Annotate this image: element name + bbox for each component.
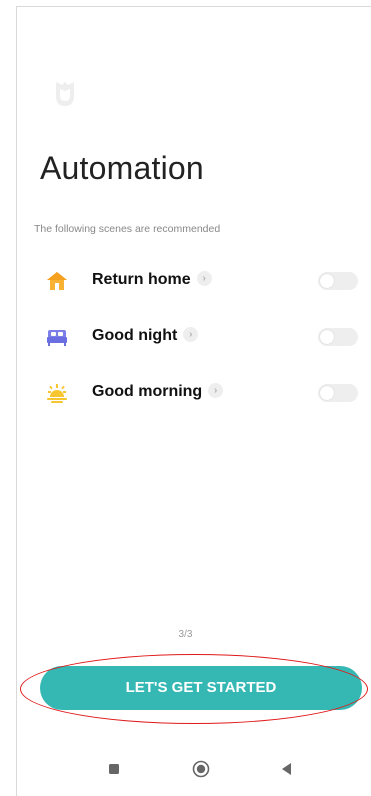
page-subtitle: The following scenes are recommended (34, 223, 221, 235)
get-started-button[interactable]: LET'S GET STARTED (40, 666, 362, 710)
chevron-right-icon[interactable]: › (196, 271, 212, 287)
page-title: Automation (40, 150, 204, 186)
scene-label-return-home[interactable]: Return home › (92, 271, 212, 289)
toggle-good-night[interactable] (318, 328, 358, 346)
scene-row-return-home[interactable]: Return home › (46, 266, 362, 296)
system-navigation-bar (0, 750, 371, 790)
bed-icon (47, 330, 67, 346)
scene-label-good-night[interactable]: Good night › (92, 327, 199, 345)
sunrise-icon (47, 384, 67, 403)
recents-square-icon[interactable] (103, 758, 125, 780)
home-circle-icon[interactable] (190, 758, 212, 780)
toggle-knob (320, 386, 334, 400)
mi-home-logo-icon (56, 82, 74, 106)
page-indicator: 3/3 (178, 629, 193, 640)
house-icon (47, 272, 67, 290)
toggle-knob (320, 274, 334, 288)
scene-label-good-morning[interactable]: Good morning › (92, 383, 224, 401)
toggle-knob (320, 330, 334, 344)
chevron-right-icon[interactable]: › (208, 383, 224, 399)
scene-row-good-morning[interactable]: Good morning › (46, 378, 362, 408)
toggle-good-morning[interactable] (318, 384, 358, 402)
back-triangle-icon[interactable] (276, 758, 298, 780)
chevron-right-icon[interactable]: › (183, 327, 199, 343)
toggle-return-home[interactable] (318, 272, 358, 290)
scene-row-good-night[interactable]: Good night › (46, 322, 362, 352)
